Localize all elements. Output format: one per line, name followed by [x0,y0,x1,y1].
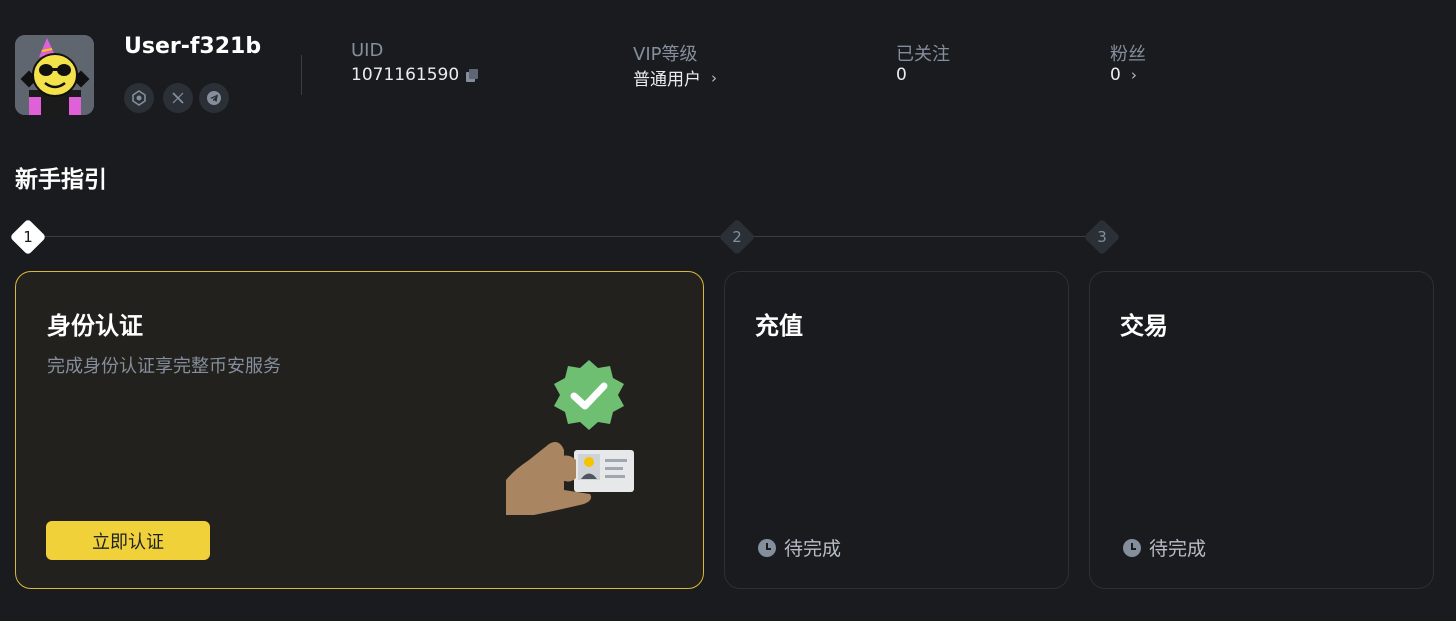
uid-value-row: 1071161590 [351,65,479,85]
copy-icon[interactable] [465,68,479,83]
step-number: 2 [732,228,742,246]
step-number: 3 [1097,228,1107,246]
followers-value: 0 [1110,65,1121,85]
avatar[interactable] [15,35,94,115]
vip-label: VIP等级 [633,44,698,65]
verify-now-button[interactable]: 立即认证 [46,521,210,560]
verified-badge-icon[interactable] [124,83,154,113]
avatar-image [15,35,94,115]
step-number: 1 [23,228,33,246]
following-value: 0 [896,65,907,85]
telegram-icon[interactable] [199,83,229,113]
card-title: 交易 [1120,312,1168,340]
clock-icon [758,538,776,557]
pending-label: 待完成 [784,538,842,560]
card-title: 身份认证 [47,312,143,340]
pending-status: 待完成 [758,534,841,561]
vip-value: 普通用户 [633,70,701,90]
followers-label: 粉丝 [1110,44,1146,65]
uid-label: UID [351,40,384,61]
card-description: 完成身份认证享完整币安服务 [47,356,281,377]
chevron-right-icon: › [711,68,717,87]
following-label: 已关注 [896,44,950,65]
step-card-deposit: 充值 待完成 [724,271,1069,589]
card-title: 充值 [755,312,803,340]
step-card-trade: 交易 待完成 [1089,271,1434,589]
chevron-right-icon: › [1130,66,1137,84]
steps-progress-line [30,236,1110,237]
header-divider [301,55,302,95]
clock-icon [1123,538,1141,557]
step-card-identity: 身份认证 完成身份认证享完整币安服务 立即认证 [15,271,704,589]
followers-link[interactable]: 0 › [1110,65,1137,85]
uid-value: 1071161590 [351,65,460,85]
id-verification-illustration [506,360,634,515]
section-title: 新手指引 [15,167,107,193]
x-twitter-icon[interactable] [163,83,193,113]
pending-status: 待完成 [1123,534,1206,561]
username: User-f321b [124,34,262,59]
vip-level-link[interactable]: 普通用户 › [633,65,717,91]
pending-label: 待完成 [1149,538,1207,560]
